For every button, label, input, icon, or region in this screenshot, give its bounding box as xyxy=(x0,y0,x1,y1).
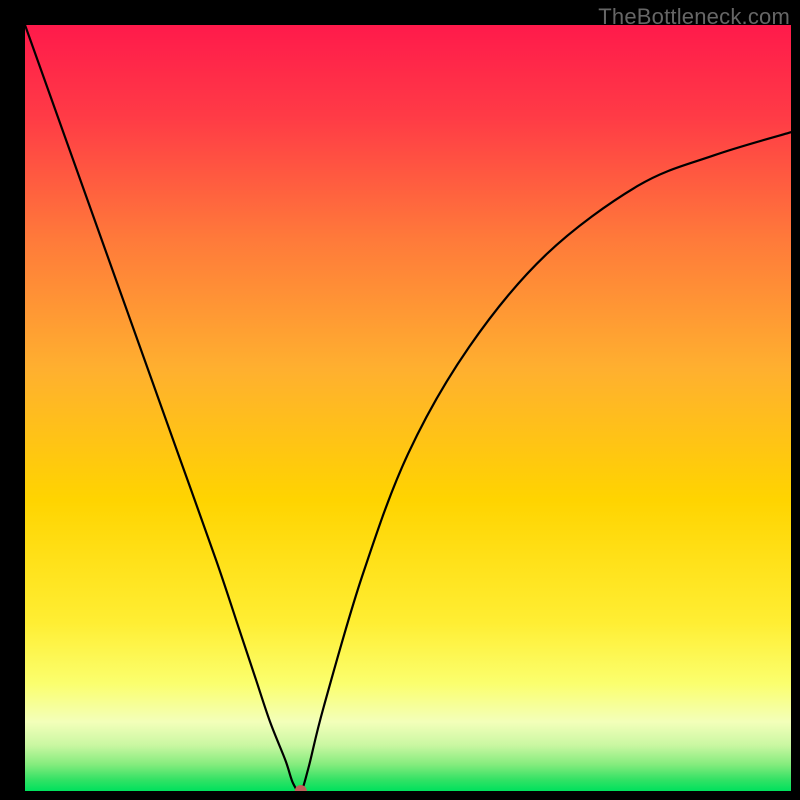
chart-svg xyxy=(25,25,791,791)
plot-area xyxy=(25,25,791,791)
watermark-text: TheBottleneck.com xyxy=(598,4,790,30)
chart-stage: TheBottleneck.com xyxy=(0,0,800,800)
background-gradient xyxy=(25,25,791,791)
